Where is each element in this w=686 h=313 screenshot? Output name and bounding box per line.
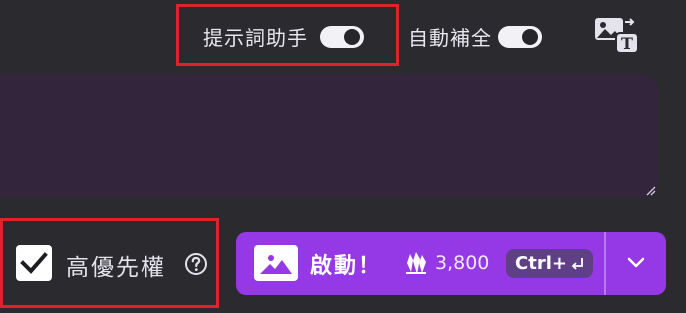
resize-grip-icon[interactable] [644, 184, 656, 196]
chevron-down-icon [627, 257, 645, 268]
return-key-icon [571, 257, 583, 270]
hint-assistant-label: 提示詞助手 [203, 26, 308, 50]
image-to-text-icon[interactable]: T [594, 16, 640, 54]
toggle-knob [344, 28, 360, 45]
toggle-knob [522, 28, 538, 45]
high-priority-checkbox[interactable] [16, 245, 52, 281]
top-toolbar: 提示詞助手 自動補全 T [0, 0, 686, 70]
hint-assistant-toggle[interactable] [320, 25, 364, 48]
checkmark-icon [20, 252, 48, 274]
image-icon [254, 245, 298, 281]
svg-text:T: T [621, 34, 633, 53]
shortcut-badge: Ctrl+ [506, 249, 593, 278]
question-circle-icon[interactable] [184, 252, 208, 276]
shortcut-text: Ctrl+ [515, 253, 567, 274]
hint-assistant-control: 提示詞助手 [203, 22, 364, 51]
auto-complete-label: 自動補全 [408, 26, 492, 50]
credits-count: 3,800 [435, 252, 490, 274]
auto-complete-toggle[interactable] [498, 25, 542, 48]
launch-divider [604, 232, 606, 295]
launch-label: 啟動！ [310, 254, 383, 279]
auto-complete-control: 自動補全 [408, 22, 542, 51]
prompt-textarea[interactable] [0, 74, 658, 198]
high-priority-label: 高優先權 [66, 255, 166, 281]
crystals-icon [406, 252, 426, 274]
launch-options-dropdown[interactable] [607, 232, 666, 295]
launch-button[interactable]: 啟動！ 3,800 Ctrl+ [236, 232, 666, 295]
